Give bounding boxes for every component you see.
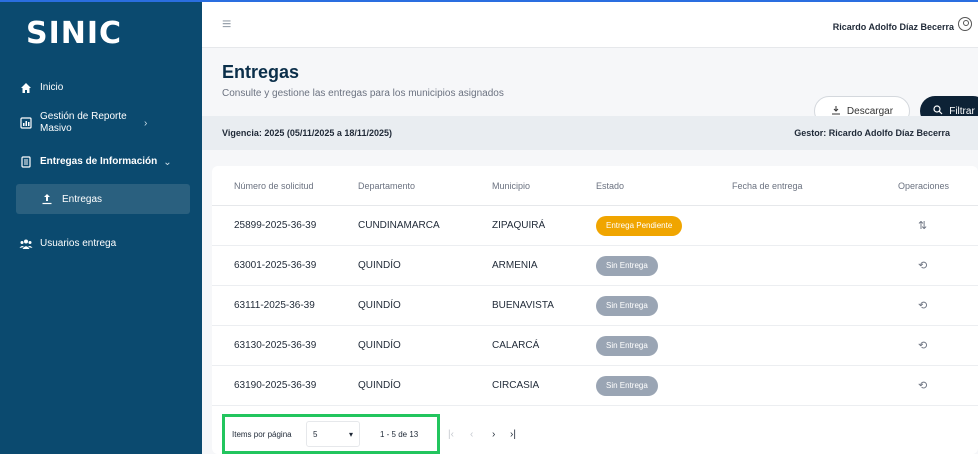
solicitud-cell: 63190-2025-36-39 <box>234 380 317 391</box>
next-page-button[interactable]: › <box>492 429 495 440</box>
history-icon[interactable]: ⟲ <box>918 339 927 352</box>
municipio-cell: CIRCASIA <box>492 380 540 391</box>
page-subtitle: Consulte y gestione las entregas para lo… <box>222 88 504 99</box>
status-badge: Entrega Pendiente <box>596 215 683 236</box>
column-header: Operaciones <box>898 180 950 191</box>
document-icon <box>12 156 40 168</box>
departamento-cell: QUINDÍO <box>358 340 401 351</box>
upload-icon <box>32 193 62 205</box>
table-row: 63111-2025-36-39 QUINDÍO BUENAVISTA Sin … <box>212 286 978 326</box>
column-header: Municipio <box>492 180 531 191</box>
municipio-cell: CALARCÁ <box>492 340 540 351</box>
sidebar-item-label: Gestión de Reporte Masivo <box>40 111 127 134</box>
vigencia-bar: Vigencia: 2025 (05/11/2025 a 18/11/2025)… <box>202 116 978 150</box>
column-header: Estado <box>596 180 625 191</box>
highlight-box <box>222 414 440 454</box>
table-row: 63001-2025-36-39 QUINDÍO ARMENIA Sin Ent… <box>212 246 978 286</box>
chevron-right-icon: › <box>144 117 148 129</box>
status-badge: Sin Entrega <box>596 255 658 276</box>
solicitud-cell: 63111-2025-36-39 <box>234 300 315 311</box>
gestor-text: Gestor: Ricardo Adolfo Díaz Becerra <box>794 128 950 138</box>
page-title: Entregas <box>222 62 300 82</box>
history-icon[interactable]: ⟲ <box>918 259 927 272</box>
chevron-down-icon: ⌄ <box>163 156 172 168</box>
table-row: 25899-2025-36-39 CUNDINAMARCA ZIPAQUIRÁ … <box>212 206 978 246</box>
status-badge: Sin Entrega <box>596 375 658 396</box>
table-row: 63190-2025-36-39 QUINDÍO CIRCASIA Sin En… <box>212 366 978 406</box>
history-icon[interactable]: ⟲ <box>918 379 927 392</box>
user-avatar-icon[interactable] <box>958 17 972 31</box>
first-page-button[interactable]: |‹ <box>448 429 454 440</box>
sidebar-item-entregas-informacion[interactable]: Entregas de Información ⌄ <box>0 152 202 172</box>
status-badge: Sin Entrega <box>596 335 658 356</box>
column-header: Número de solicitud <box>234 180 314 191</box>
sidebar-item-usuarios-entrega[interactable]: Usuarios entrega <box>0 234 202 254</box>
entregas-table: Número de solicitud Departamento Municip… <box>212 166 978 454</box>
sidebar-item-inicio[interactable]: Inicio <box>0 78 202 98</box>
history-icon[interactable]: ⟲ <box>918 299 927 312</box>
users-icon <box>12 238 40 250</box>
sidebar-item-label: Inicio <box>40 82 64 93</box>
sidebar: SINIC Inicio Gestión de Reporte Masivo ›… <box>0 0 202 454</box>
app-logo: SINIC <box>26 16 123 51</box>
departamento-cell: QUINDÍO <box>358 380 401 391</box>
filter-label: Filtrar <box>949 105 975 117</box>
sidebar-item-entregas[interactable]: Entregas <box>16 184 190 214</box>
column-header: Departamento <box>358 180 416 191</box>
municipio-cell: ARMENIA <box>492 260 538 271</box>
vigencia-text: Vigencia: 2025 (05/11/2025 a 18/11/2025) <box>222 128 392 138</box>
column-header: Fecha de entrega <box>732 180 803 191</box>
table-row: 63130-2025-36-39 QUINDÍO CALARCÁ Sin Ent… <box>212 326 978 366</box>
sidebar-item-label: Usuarios entrega <box>40 238 117 249</box>
sidebar-item-gestion-reporte[interactable]: Gestión de Reporte Masivo › <box>0 110 202 136</box>
sidebar-item-label: Entregas <box>62 193 103 205</box>
prev-page-button[interactable]: ‹ <box>470 429 473 440</box>
home-icon <box>12 82 40 94</box>
table-header: Número de solicitud Departamento Municip… <box>212 166 978 206</box>
last-page-button[interactable]: ›| <box>510 429 516 440</box>
download-label: Descargar <box>846 105 894 117</box>
municipio-cell: BUENAVISTA <box>492 300 554 311</box>
sidebar-item-label: Entregas de Información <box>40 156 158 167</box>
municipio-cell: ZIPAQUIRÁ <box>492 220 546 231</box>
status-badge: Sin Entrega <box>596 295 658 316</box>
departamento-cell: QUINDÍO <box>358 300 401 311</box>
transfer-icon[interactable]: ⇅ <box>918 219 927 232</box>
user-name: Ricardo Adolfo Díaz Becerra <box>832 22 954 32</box>
solicitud-cell: 63130-2025-36-39 <box>234 340 317 351</box>
solicitud-cell: 25899-2025-36-39 <box>234 220 317 231</box>
top-bar: ≡ Ricardo Adolfo Díaz Becerra <box>202 0 978 48</box>
solicitud-cell: 63001-2025-36-39 <box>234 260 317 271</box>
departamento-cell: QUINDÍO <box>358 260 401 271</box>
departamento-cell: CUNDINAMARCA <box>358 220 440 231</box>
hamburger-menu-icon[interactable]: ≡ <box>222 16 231 34</box>
report-icon <box>12 117 40 129</box>
